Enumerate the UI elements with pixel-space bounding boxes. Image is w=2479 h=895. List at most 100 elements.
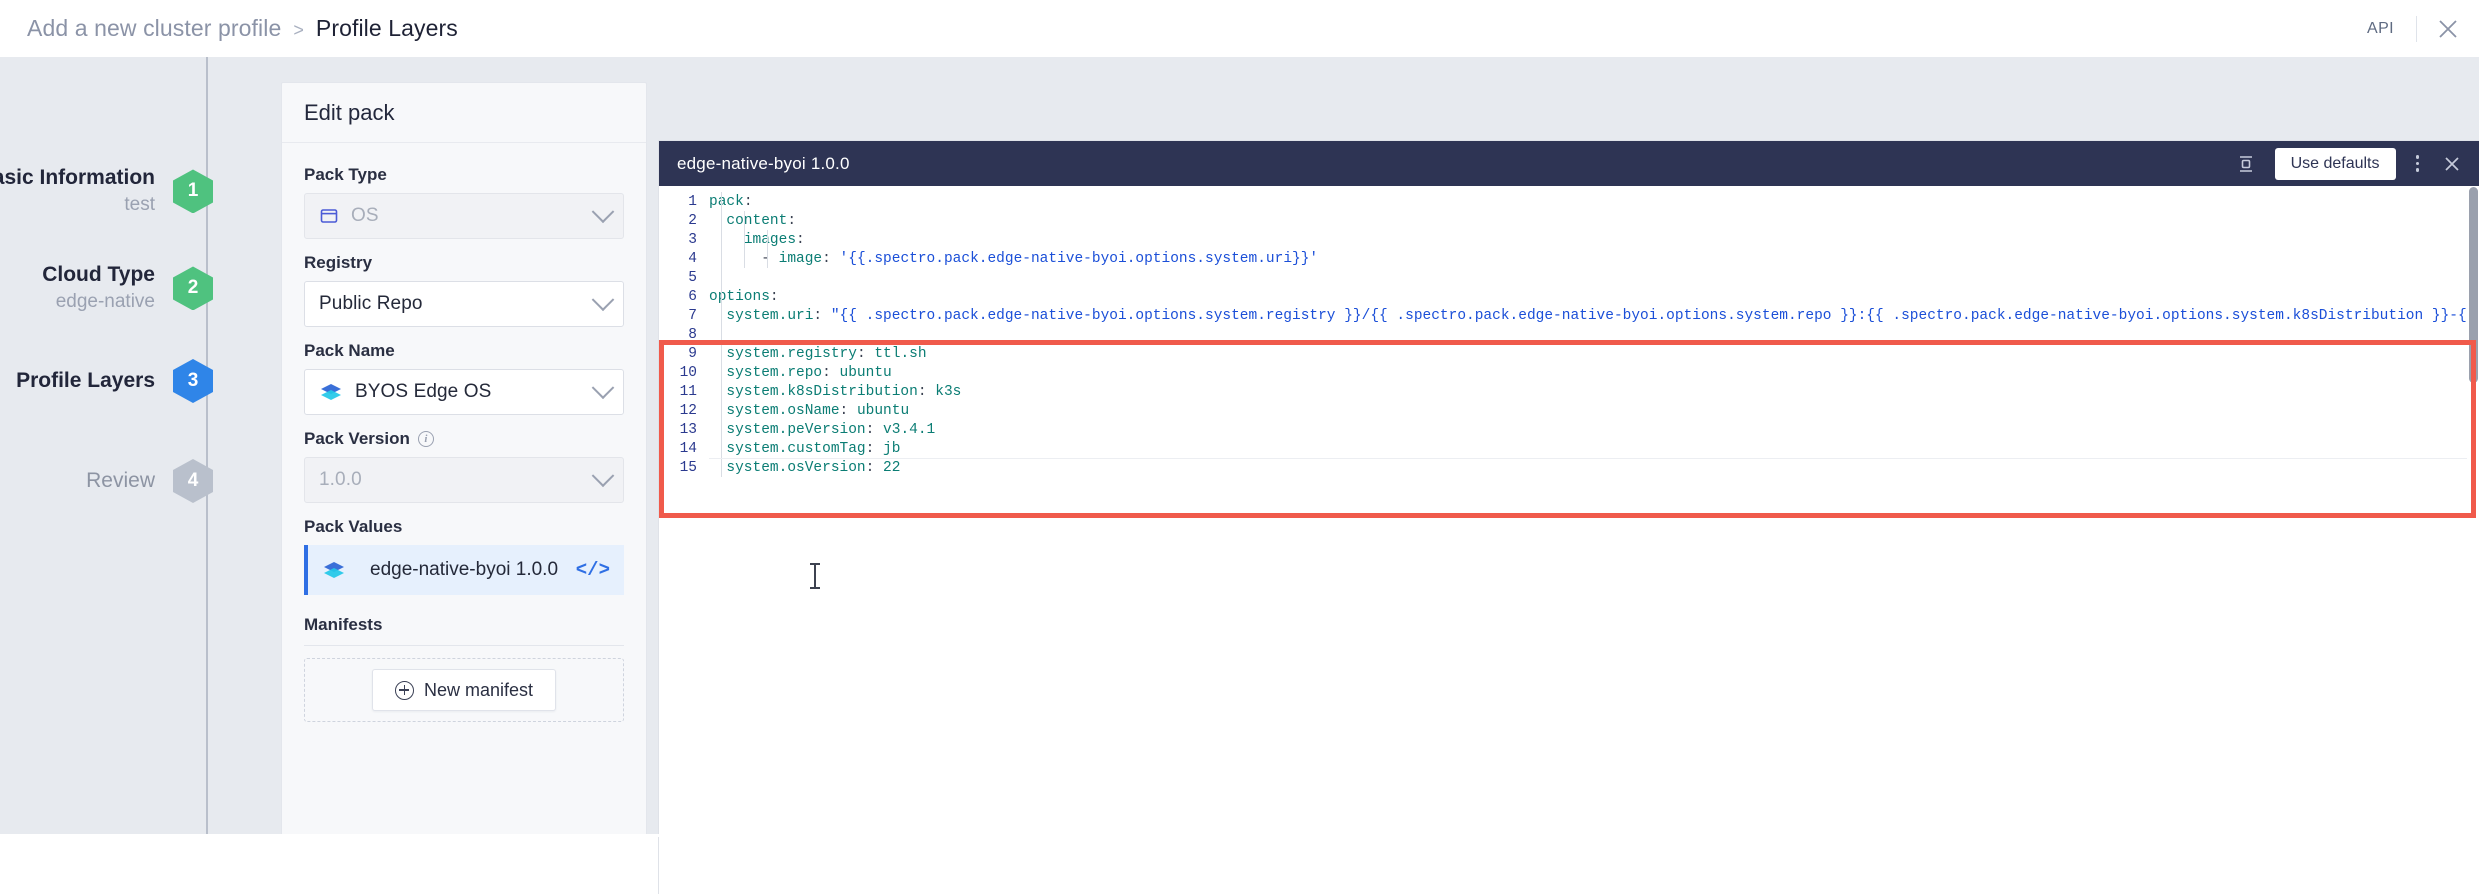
code-line-text: system.osVersion: 22	[726, 459, 901, 476]
page-body: Basic Information test 1 Cloud Type edge…	[0, 57, 2479, 895]
editor-scrollbar[interactable]	[2467, 186, 2479, 895]
code-line[interactable]: 8	[659, 325, 2479, 344]
pack-type-label: Pack Type	[304, 165, 387, 184]
code-line-text: pack:	[709, 193, 753, 210]
code-line-text: options:	[709, 288, 779, 305]
step-title: Review	[86, 468, 155, 492]
code-line[interactable]: 2 content:	[659, 211, 2479, 230]
close-icon[interactable]	[2417, 0, 2479, 57]
code-line[interactable]: 6 options:	[659, 287, 2479, 306]
code-line[interactable]: 4 - image: '{{.spectro.pack.edge-native-…	[659, 249, 2479, 268]
yaml-editor-actions: Use defaults	[2233, 147, 2465, 180]
code-line[interactable]: 14 system.customTag: jb	[659, 439, 2479, 458]
close-icon[interactable]	[2439, 151, 2465, 177]
new-manifest-button[interactable]: New manifest	[371, 669, 557, 711]
layers-icon	[319, 381, 343, 403]
top-bar: Add a new cluster profile > Profile Laye…	[0, 0, 2479, 57]
step-subtitle: test	[124, 194, 155, 216]
code-line-text: images:	[743, 231, 805, 248]
breadcrumb-separator: >	[293, 20, 304, 40]
sidebar-item-cloud-type[interactable]: Cloud Type edge-native 2	[0, 262, 213, 315]
registry-select[interactable]: Public Repo	[304, 281, 624, 327]
info-icon[interactable]: i	[417, 431, 434, 447]
code-line-text: system.uri: "{{ .spectro.pack.edge-nativ…	[726, 307, 2476, 324]
sidebar-item-basic-information[interactable]: Basic Information test 1	[0, 165, 213, 218]
code-line-text: content:	[726, 212, 797, 229]
step-badge-4: 4	[173, 459, 213, 503]
step-number: 2	[173, 266, 213, 311]
manifests-dropzone[interactable]: New manifest	[304, 658, 624, 722]
yaml-editor-title: edge-native-byoi 1.0.0	[677, 153, 850, 173]
code-line-text: system.peVersion: v3.4.1	[726, 421, 936, 438]
code-line[interactable]: 9 system.registry: ttl.sh	[659, 344, 2479, 363]
indent-guide	[744, 211, 745, 268]
pack-values-label: Pack Values	[304, 517, 403, 536]
code-line[interactable]: 5	[659, 268, 2479, 287]
code-line[interactable]: 12 system.osName: ubuntu	[659, 401, 2479, 420]
pack-name-value: BYOS Edge OS	[355, 381, 492, 402]
api-link[interactable]: API	[2345, 20, 2416, 38]
sidebar-item-profile-layers[interactable]: Profile Layers 3	[0, 359, 213, 403]
code-line[interactable]: 11 system.k8sDistribution: k3s	[659, 382, 2479, 401]
pack-type-select[interactable]: OS	[304, 193, 624, 239]
yaml-code-area[interactable]: 1 pack: 2 content: 3 images: 4 - image: '{{.…	[659, 186, 2479, 895]
registry-value: Public Repo	[319, 293, 423, 314]
pack-values-item[interactable]: edge-native-byoi 1.0.0 </>	[304, 545, 624, 595]
editor-scrollbar-thumb[interactable]	[2469, 187, 2478, 383]
code-line-number: 5	[688, 269, 697, 286]
chevron-down-icon	[591, 288, 615, 312]
code-line-number: 2	[688, 212, 697, 229]
code-line[interactable]: 1 pack:	[659, 192, 2479, 211]
code-line-number: 4	[688, 250, 697, 267]
pack-name-select[interactable]: BYOS Edge OS	[304, 369, 624, 415]
code-line-number: 12	[679, 402, 697, 419]
plus-circle-icon	[394, 680, 414, 700]
code-line-number: 8	[688, 326, 697, 343]
pack-values-item-name: edge-native-byoi 1.0.0	[370, 559, 559, 580]
code-line-number: 15	[679, 459, 697, 476]
compress-icon[interactable]	[2233, 151, 2259, 177]
step-number: 1	[173, 169, 213, 214]
code-line-text: system.repo: ubuntu	[726, 364, 892, 381]
step-number: 4	[173, 459, 213, 503]
sidebar-item-review[interactable]: Review 4	[0, 459, 213, 503]
pack-version-select[interactable]: 1.0.0	[304, 457, 624, 503]
code-line-number: 11	[679, 383, 697, 400]
new-manifest-label: New manifest	[423, 679, 534, 700]
pack-name-label: Pack Name	[304, 341, 395, 360]
code-line-divider	[709, 458, 2469, 459]
manifests-divider	[304, 645, 624, 646]
code-line-number: 1	[688, 193, 697, 210]
breadcrumb-parent[interactable]: Add a new cluster profile	[27, 15, 281, 42]
pack-version-label: Pack Version i	[304, 429, 624, 449]
chevron-down-icon	[591, 376, 615, 400]
pack-version-value: 1.0.0	[319, 469, 362, 490]
breadcrumb: Add a new cluster profile > Profile Laye…	[27, 15, 458, 42]
code-line[interactable]: 10 system.repo: ubuntu	[659, 363, 2479, 382]
code-brackets-icon[interactable]: </>	[576, 559, 610, 581]
step-title: Basic Information	[0, 166, 155, 189]
indent-guide	[767, 230, 768, 268]
code-line-text: system.registry: ttl.sh	[726, 345, 927, 362]
step-number: 3	[173, 359, 213, 403]
code-line[interactable]: 15 system.osVersion: 22	[659, 458, 2479, 477]
code-line[interactable]: 3 images:	[659, 230, 2479, 249]
code-line-number: 9	[688, 345, 697, 362]
code-line-number: 10	[679, 364, 697, 381]
step-title: Profile Layers	[16, 368, 155, 392]
pack-type-value: OS	[351, 205, 379, 226]
step-badge-2: 2	[173, 266, 213, 311]
code-line[interactable]: 13 system.peVersion: v3.4.1	[659, 420, 2479, 439]
code-line[interactable]: 7 system.uri: "{{ .spectro.pack.edge-nat…	[659, 306, 2479, 325]
code-line-number: 13	[679, 421, 697, 438]
more-vertical-icon[interactable]	[2412, 151, 2424, 176]
chevron-down-icon	[591, 464, 615, 488]
chevron-down-icon	[591, 200, 615, 224]
step-title: Cloud Type	[42, 263, 155, 286]
breadcrumb-current: Profile Layers	[315, 15, 458, 41]
step-badge-1: 1	[173, 169, 213, 214]
edit-pack-header: Edit pack	[282, 83, 646, 143]
use-defaults-button[interactable]: Use defaults	[2274, 147, 2396, 180]
code-line-text: - image: '{{.spectro.pack.edge-native-by…	[761, 250, 1319, 267]
wizard-stepper: Basic Information test 1 Cloud Type edge…	[0, 57, 213, 837]
